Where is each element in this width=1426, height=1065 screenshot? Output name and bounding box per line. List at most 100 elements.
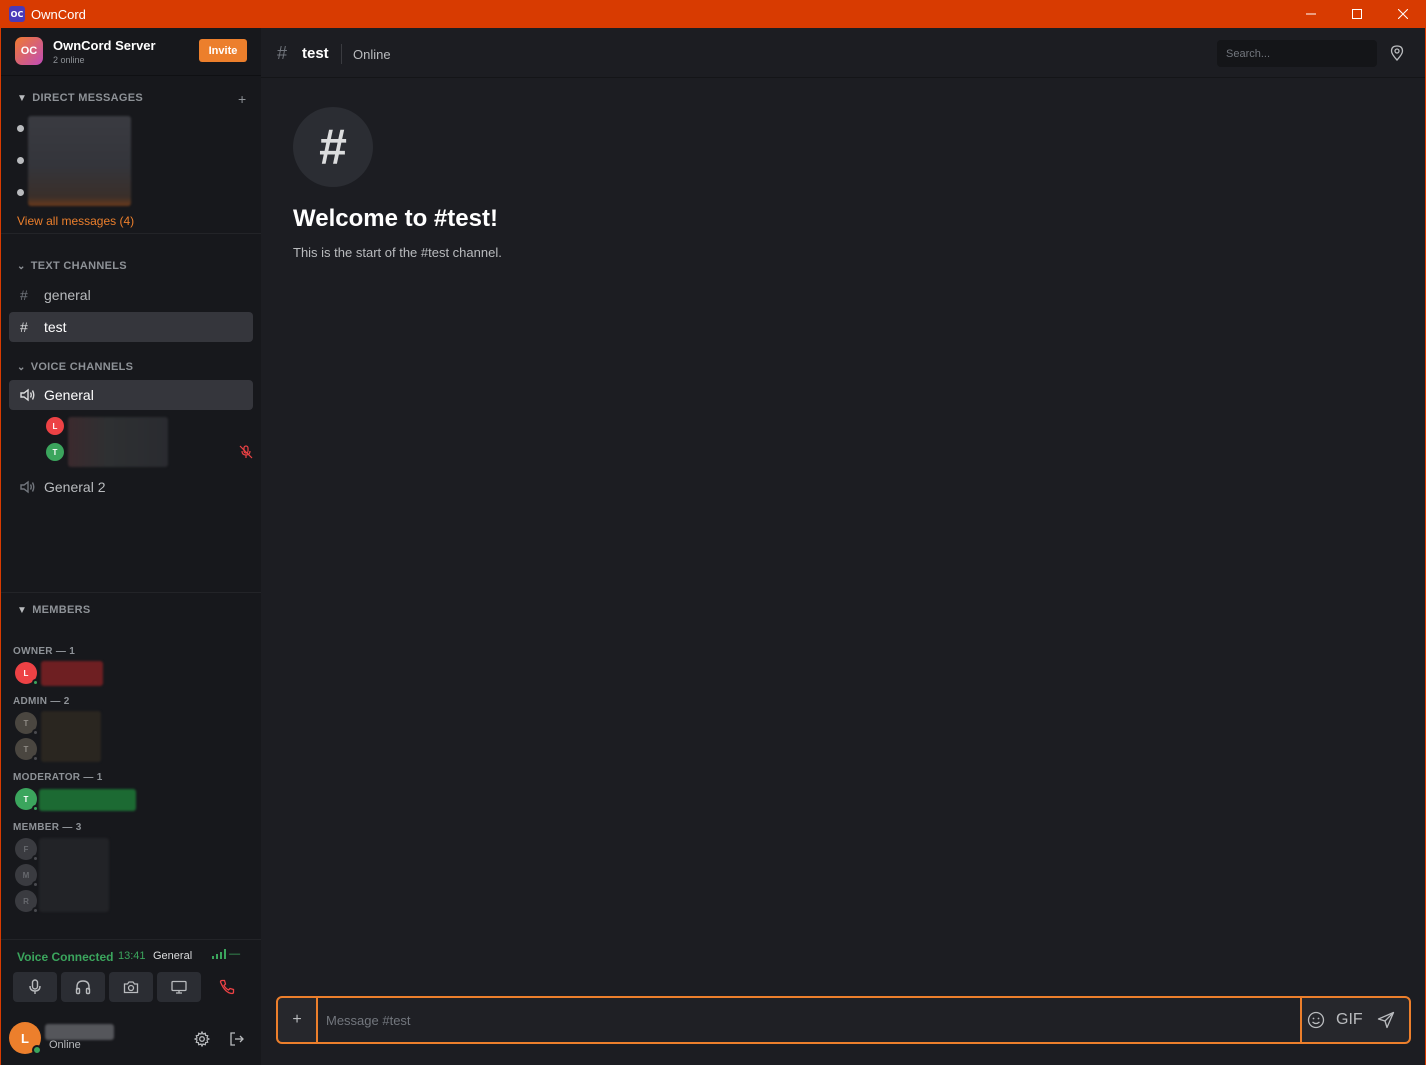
- voice-channel-general-2[interactable]: General 2: [9, 472, 253, 502]
- server-header[interactable]: OC OwnCord Server 2 online Invite: [1, 28, 261, 76]
- members-header[interactable]: ▼ MEMBERS: [17, 604, 91, 616]
- pinned-button[interactable]: [1387, 43, 1407, 63]
- channel-title: test: [302, 45, 329, 62]
- member-name-redacted[interactable]: [39, 789, 136, 811]
- add-dm-button[interactable]: +: [238, 91, 246, 107]
- disconnect-button[interactable]: [205, 972, 249, 1002]
- send-icon: [1377, 1011, 1395, 1029]
- welcome-subtitle: This is the start of the #test channel.: [293, 245, 502, 260]
- online-status-dot: [32, 1045, 42, 1055]
- speaker-icon: [20, 480, 44, 494]
- direct-messages-header[interactable]: ▼ DIRECT MESSAGES: [17, 92, 143, 104]
- member-avatar[interactable]: M: [15, 864, 39, 888]
- dm-status-dot: [17, 125, 24, 132]
- main-area: # test Online Search... # Welcome to #te…: [261, 28, 1425, 1065]
- offline-status-dot: [32, 881, 39, 888]
- headphones-button[interactable]: [61, 972, 105, 1002]
- title-bar: OC OwnCord: [0, 0, 1426, 28]
- role-header-owner: OWNER — 1: [13, 646, 76, 657]
- screen-share-button[interactable]: [157, 972, 201, 1002]
- member-names-redacted[interactable]: [41, 711, 101, 762]
- invite-button[interactable]: Invite: [199, 39, 247, 62]
- voice-channels-header[interactable]: ⌄ VOICE CHANNELS: [17, 361, 133, 373]
- map-pin-icon: [1390, 45, 1404, 61]
- minimize-icon: [1306, 13, 1316, 15]
- search-input[interactable]: Search...: [1217, 40, 1377, 67]
- section-divider: [1, 592, 261, 593]
- online-status-dot: [32, 805, 39, 812]
- monitor-icon: [171, 980, 187, 994]
- direct-messages-label: DIRECT MESSAGES: [32, 92, 144, 104]
- member-names-redacted[interactable]: [39, 838, 109, 912]
- member-avatar[interactable]: T: [15, 788, 39, 812]
- members-label: MEMBERS: [32, 604, 91, 616]
- emoji-button[interactable]: [1304, 1009, 1328, 1031]
- camera-button[interactable]: [109, 972, 153, 1002]
- role-header-admin: ADMIN — 2: [13, 696, 70, 707]
- maximize-button[interactable]: [1334, 0, 1380, 28]
- view-all-messages-link[interactable]: View all messages (4): [17, 214, 134, 228]
- send-button[interactable]: [1375, 1009, 1397, 1031]
- hash-icon: #: [20, 319, 28, 335]
- message-input[interactable]: [316, 998, 1302, 1042]
- member-avatar[interactable]: L: [15, 662, 39, 686]
- voice-connected-status: Voice Connected: [17, 950, 114, 964]
- voice-participants-redacted: [68, 417, 168, 467]
- microphone-icon: [29, 979, 41, 994]
- gif-button[interactable]: GIF: [1336, 1011, 1363, 1029]
- microphone-button[interactable]: [13, 972, 57, 1002]
- voice-participant-avatar[interactable]: T: [46, 443, 64, 461]
- channel-name: general: [44, 287, 91, 303]
- settings-button[interactable]: [191, 1028, 213, 1050]
- dm-list-redacted[interactable]: [28, 116, 131, 206]
- dm-status-dot: [17, 189, 24, 196]
- channel-name: General: [44, 387, 94, 403]
- window-title: OwnCord: [31, 6, 86, 22]
- role-header-member: MEMBER — 3: [13, 822, 82, 833]
- signal-label: —: [229, 948, 241, 960]
- channel-header: # test Online Search...: [261, 28, 1425, 78]
- text-channels-label: TEXT CHANNELS: [30, 260, 127, 272]
- headphones-icon: [75, 980, 91, 995]
- voice-channel-general[interactable]: General: [9, 380, 253, 410]
- chevron-down-icon: ⌄: [17, 260, 26, 272]
- offline-status-dot: [32, 907, 39, 914]
- member-name-redacted[interactable]: [41, 661, 103, 686]
- member-avatar[interactable]: R: [15, 890, 39, 914]
- speaker-icon: [20, 388, 44, 402]
- section-divider: [1, 233, 261, 234]
- online-status-dot: [32, 679, 39, 686]
- hash-icon: #: [277, 43, 288, 63]
- text-channels-header[interactable]: ⌄ TEXT CHANNELS: [17, 260, 127, 272]
- user-avatar[interactable]: L: [9, 1022, 42, 1055]
- attach-button[interactable]: +: [278, 998, 316, 1042]
- voice-participant-avatar[interactable]: L: [46, 417, 64, 435]
- offline-status-dot: [32, 729, 39, 736]
- channel-name: General 2: [44, 479, 106, 495]
- logout-button[interactable]: [226, 1028, 248, 1050]
- signal-strength-icon: —: [212, 948, 240, 960]
- phone-hangup-icon: [219, 979, 235, 995]
- minimize-button[interactable]: [1288, 0, 1334, 28]
- role-header-moderator: MODERATOR — 1: [13, 772, 103, 783]
- dm-status-dot: [17, 157, 24, 164]
- server-online-count: 2 online: [53, 55, 85, 65]
- smiley-icon: [1307, 1011, 1325, 1029]
- hash-icon: #: [20, 287, 28, 303]
- channel-name: test: [44, 319, 67, 335]
- maximize-icon: [1352, 9, 1362, 19]
- username-redacted: [45, 1024, 114, 1040]
- member-avatar[interactable]: F: [15, 838, 39, 862]
- voice-timer: 13:41: [118, 950, 146, 962]
- voice-channel-name: General: [153, 950, 193, 962]
- gear-icon: [194, 1031, 210, 1047]
- channel-hash-icon: #: [293, 107, 373, 187]
- channel-general[interactable]: # general: [9, 280, 253, 310]
- server-icon[interactable]: OC: [15, 37, 43, 65]
- channel-test[interactable]: # test: [9, 312, 253, 342]
- offline-status-dot: [32, 855, 39, 862]
- close-window-button[interactable]: [1380, 0, 1426, 28]
- app-logo-icon: OC: [9, 6, 25, 22]
- member-avatar[interactable]: T: [15, 738, 39, 762]
- member-avatar[interactable]: T: [15, 712, 39, 736]
